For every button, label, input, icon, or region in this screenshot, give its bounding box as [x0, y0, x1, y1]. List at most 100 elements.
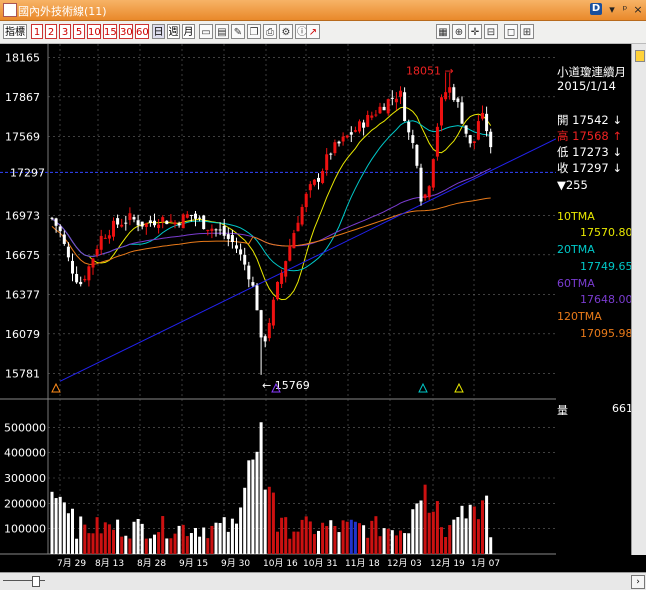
volume-bar [79, 516, 83, 554]
volume-tick-label: 200000 [4, 497, 46, 510]
volume-bar [485, 495, 489, 554]
candle-body [132, 217, 136, 220]
ma120-label: 120TMA [557, 310, 602, 323]
pen-icon[interactable]: ✎ [231, 24, 245, 39]
crosshair-icon[interactable]: ✛ [468, 24, 482, 39]
candle-body [271, 299, 275, 326]
window-icon[interactable]: ◻ [504, 24, 518, 39]
candle-body [71, 260, 74, 274]
period-day-button[interactable]: 日 [152, 24, 165, 39]
symbol-name: 小道瓊連續月 [557, 65, 626, 79]
candle-body [124, 222, 128, 224]
volume-bar [280, 517, 284, 554]
candle-body [185, 214, 189, 218]
volume-bar [71, 508, 74, 554]
volume-bar [276, 531, 279, 554]
pin-icon[interactable]: ᵖ [620, 3, 630, 16]
volume-bar [251, 459, 255, 554]
volume-bar [62, 502, 66, 554]
volume-bar [185, 536, 189, 554]
volume-bar [304, 516, 308, 554]
period-10-button[interactable]: 10 [87, 24, 101, 39]
split-window-icon[interactable]: ⊞ [520, 24, 534, 39]
candle-body [173, 222, 177, 225]
candle-body [476, 121, 480, 140]
vertical-scroll-strip[interactable] [631, 44, 646, 555]
candle-body [107, 235, 111, 239]
candle-body [263, 336, 267, 342]
price-tick-label: 17867 [5, 91, 40, 104]
volume-bar [235, 523, 238, 554]
print-icon[interactable]: ⎙ [263, 24, 277, 39]
candlestick-chart[interactable]: 7月 29 8月 13 8月 28 9月 15 9月 30 10月 16 10月 31 11月… [0, 44, 556, 572]
candle-body [218, 229, 222, 231]
volume-bar [194, 527, 197, 554]
minus-icon[interactable]: ⊟ [484, 24, 498, 39]
scroll-slider[interactable] [32, 576, 40, 587]
candle-body [440, 97, 443, 126]
volume-bar [312, 534, 316, 554]
candle-body [382, 106, 386, 111]
candle-body [312, 179, 316, 185]
ma60-label: 60TMA [557, 277, 595, 290]
volume-bar [362, 525, 366, 554]
period-1-button[interactable]: 1 [31, 24, 43, 39]
candle-body [378, 106, 382, 114]
candle-body [66, 246, 70, 258]
indicator-button[interactable]: 指標 [3, 24, 27, 39]
close-icon[interactable]: × [632, 3, 644, 16]
candle-body [370, 115, 374, 118]
frame-icon[interactable]: ▭ [199, 24, 213, 39]
date-label: 11月 18 [345, 558, 380, 569]
volume-bar [136, 518, 140, 554]
copy-icon[interactable]: ❐ [247, 24, 261, 39]
date-label: 9月 30 [221, 558, 250, 569]
candle-body [267, 322, 271, 339]
bar-date: 2015/1/14 [557, 79, 616, 93]
candle-body [230, 235, 234, 242]
title-bar: 國內外技術線(11) D ▾ ᵖ × [0, 0, 646, 21]
candle-body [353, 130, 357, 132]
settings-icon[interactable]: ⚙ [279, 24, 293, 39]
grid-icon[interactable]: ▤ [215, 24, 229, 39]
horizontal-scrollbar[interactable]: › [0, 572, 646, 590]
period-30-button[interactable]: 30 [119, 24, 133, 39]
candle-body [362, 122, 366, 128]
d-button[interactable]: D [590, 3, 602, 15]
candle-body [144, 223, 148, 227]
scroll-thumb[interactable] [635, 50, 645, 62]
volume-bar [292, 531, 296, 554]
period-60-button[interactable]: 60 [135, 24, 149, 39]
volume-bar [296, 531, 300, 554]
period-5-button[interactable]: 5 [73, 24, 85, 39]
candle-body [189, 214, 193, 216]
open-value: 開 17542 ↓ [557, 113, 623, 127]
volume-bar [226, 531, 230, 554]
volume-bar [341, 520, 345, 554]
period-15-button[interactable]: 15 [103, 24, 117, 39]
volume-bar [415, 503, 419, 554]
scroll-right-button[interactable]: › [631, 575, 645, 589]
volume-bar [218, 522, 222, 554]
candle-body [431, 159, 435, 188]
candle-body [91, 258, 95, 268]
layout-icon[interactable]: ▦ [436, 24, 450, 39]
period-2-button[interactable]: 2 [45, 24, 57, 39]
dropdown-icon[interactable]: ▾ [606, 3, 618, 16]
candle-body [411, 135, 415, 143]
candle-body [120, 224, 124, 227]
price-panel [0, 44, 556, 399]
candle-body [255, 285, 259, 311]
volume-bar [366, 537, 370, 554]
toolbar: 指標 1 2 3 5 10 15 30 60 日 週 月 ▭ ▤ ✎ ❐ ⎙ ⚙… [0, 21, 646, 44]
zoom-icon[interactable]: ⊕ [452, 24, 466, 39]
trendline-icon[interactable]: ↗ [306, 24, 320, 39]
period-3-button[interactable]: 3 [59, 24, 71, 39]
volume-bar [157, 532, 161, 554]
candle-body [419, 167, 423, 202]
candle-body [435, 126, 439, 157]
period-month-button[interactable]: 月 [182, 24, 195, 39]
candle-body [423, 194, 427, 198]
period-week-button[interactable]: 週 [167, 24, 180, 39]
volume-bar [345, 521, 349, 554]
